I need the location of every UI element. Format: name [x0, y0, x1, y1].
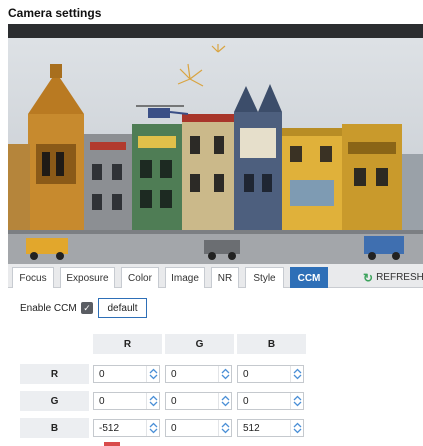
spinner-arrows-icon[interactable]	[290, 366, 303, 382]
ccm-field-rb[interactable]: 0	[237, 365, 304, 383]
tab-focus[interactable]: Focus	[12, 267, 54, 288]
spinner-arrows-icon[interactable]	[218, 420, 231, 436]
ccm-field-gg[interactable]: 0	[165, 392, 232, 410]
ccm-value: 0	[243, 396, 249, 407]
tab-exposure[interactable]: Exposure	[60, 267, 115, 288]
ccm-value: 0	[171, 396, 177, 407]
ccm-value: 0	[171, 423, 177, 434]
ccm-field-bg[interactable]: 0	[165, 419, 232, 437]
camera-preview	[8, 24, 423, 264]
tab-nr[interactable]: NR	[211, 267, 239, 288]
spinner-arrows-icon[interactable]	[146, 420, 159, 436]
column-header-b: B	[237, 334, 306, 354]
refresh-button[interactable]: ↻ REFRESH	[363, 267, 423, 288]
enable-ccm-checkbox[interactable]: ✓	[81, 302, 93, 314]
refresh-icon: ↻	[363, 270, 374, 285]
page-title: Camera settings	[8, 6, 102, 20]
row-label-b: B	[20, 418, 89, 438]
row-label-g: G	[20, 391, 89, 411]
spinner-arrows-icon[interactable]	[146, 393, 159, 409]
enable-ccm-label: Enable CCM	[20, 303, 77, 314]
tab-ccm[interactable]: CCM	[290, 267, 328, 288]
ccm-value: -512	[99, 423, 120, 434]
spinner-arrows-icon[interactable]	[146, 366, 159, 382]
spinner-arrows-icon[interactable]	[290, 420, 303, 436]
spinner-arrows-icon[interactable]	[290, 393, 303, 409]
ccm-field-gb[interactable]: 0	[237, 392, 304, 410]
ccm-value: 0	[243, 369, 249, 380]
row-label-r: R	[20, 364, 89, 384]
ccm-field-bb[interactable]: 512	[237, 419, 304, 437]
refresh-label: REFRESH	[376, 272, 423, 283]
tab-color[interactable]: Color	[121, 267, 159, 288]
ccm-value: 0	[99, 369, 105, 380]
tab-image[interactable]: Image	[165, 267, 205, 288]
spinner-arrows-icon[interactable]	[218, 393, 231, 409]
ccm-value: 512	[243, 423, 260, 434]
column-header-g: G	[165, 334, 234, 354]
ccm-field-rr[interactable]: 0	[93, 365, 160, 383]
ccm-field-gr[interactable]: 0	[93, 392, 160, 410]
spinner-arrows-icon[interactable]	[218, 366, 231, 382]
partial-red-indicator	[104, 442, 120, 446]
column-header-r: R	[93, 334, 162, 354]
default-button[interactable]: default	[98, 298, 147, 318]
ccm-value: 0	[99, 396, 105, 407]
tab-style[interactable]: Style	[245, 267, 284, 288]
ccm-field-rg[interactable]: 0	[165, 365, 232, 383]
tab-bar: Focus Exposure Color Image NR Style CCM …	[8, 264, 423, 288]
ccm-value: 0	[171, 369, 177, 380]
ccm-field-br[interactable]: -512	[93, 419, 160, 437]
